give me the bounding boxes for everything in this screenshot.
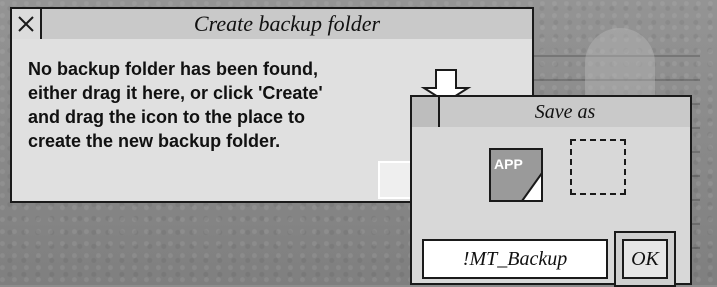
filename-field[interactable]: !MT_Backup — [422, 239, 608, 279]
window-title: Create backup folder — [193, 11, 381, 36]
app-icon-label: APP — [494, 156, 523, 172]
save-as-body: APP !MT_Backup OK — [412, 127, 690, 287]
drop-target-placeholder — [570, 139, 626, 195]
message-text: No backup folder has been found, either … — [28, 57, 408, 153]
message-line: No backup folder has been found, — [28, 59, 319, 79]
close-icon — [18, 16, 34, 32]
save-as-close-button[interactable] — [412, 97, 440, 127]
message-line: create the new backup folder. — [28, 131, 281, 151]
titlebar[interactable]: Create backup folder — [12, 9, 532, 41]
ok-button[interactable]: OK — [622, 239, 668, 279]
ok-button-frame: OK — [614, 231, 676, 287]
save-as-title: Save as — [534, 100, 596, 123]
message-line: and drag the icon to the place to — [28, 107, 306, 127]
message-line: either drag it here, or click 'Create' — [28, 83, 323, 103]
save-as-window: Save as APP !MT_Backup OK — [410, 95, 692, 287]
save-as-titlebar[interactable]: Save as — [412, 97, 690, 129]
close-button[interactable] — [12, 9, 42, 39]
app-file-icon[interactable]: APP — [488, 147, 544, 203]
